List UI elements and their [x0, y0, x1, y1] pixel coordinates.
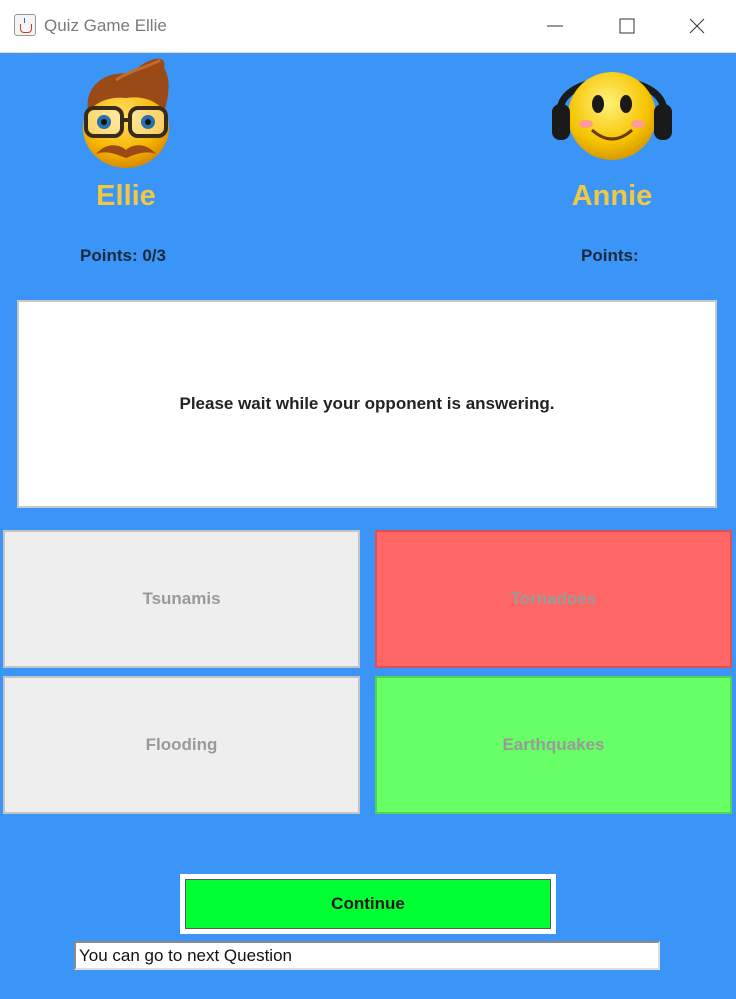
- points-left: Points: 0/3: [80, 246, 166, 265]
- answer-button-earthquakes[interactable]: Earthquakes: [375, 676, 732, 814]
- maximize-button[interactable]: [593, 0, 661, 52]
- minimize-icon: [547, 25, 563, 27]
- minimize-button[interactable]: [521, 0, 589, 52]
- close-button[interactable]: [663, 0, 731, 52]
- continue-button-frame: Continue: [180, 874, 556, 934]
- answer-button-flooding[interactable]: Flooding: [3, 676, 360, 814]
- close-icon: [689, 18, 705, 34]
- question-panel: Please wait while your opponent is answe…: [17, 300, 717, 508]
- headphones-emoji-avatar: [552, 72, 672, 160]
- status-field[interactable]: You can go to next Question: [74, 941, 660, 970]
- player-name-left: Ellie: [96, 180, 156, 212]
- player-name-right: Annie: [571, 180, 653, 212]
- java-cup-icon[interactable]: [14, 14, 36, 36]
- continue-button[interactable]: Continue: [185, 879, 551, 929]
- window-title: Quiz Game Ellie: [44, 16, 167, 35]
- answer-button-tornadoes[interactable]: Tornadoes: [375, 530, 732, 668]
- window-titlebar: Quiz Game Ellie: [0, 0, 736, 53]
- question-text: Please wait while your opponent is answe…: [179, 394, 555, 413]
- answer-button-tsunamis[interactable]: Tsunamis: [3, 530, 360, 668]
- points-right: Points:: [581, 246, 639, 265]
- hipster-emoji-avatar: [83, 58, 169, 168]
- maximize-icon: [619, 18, 635, 34]
